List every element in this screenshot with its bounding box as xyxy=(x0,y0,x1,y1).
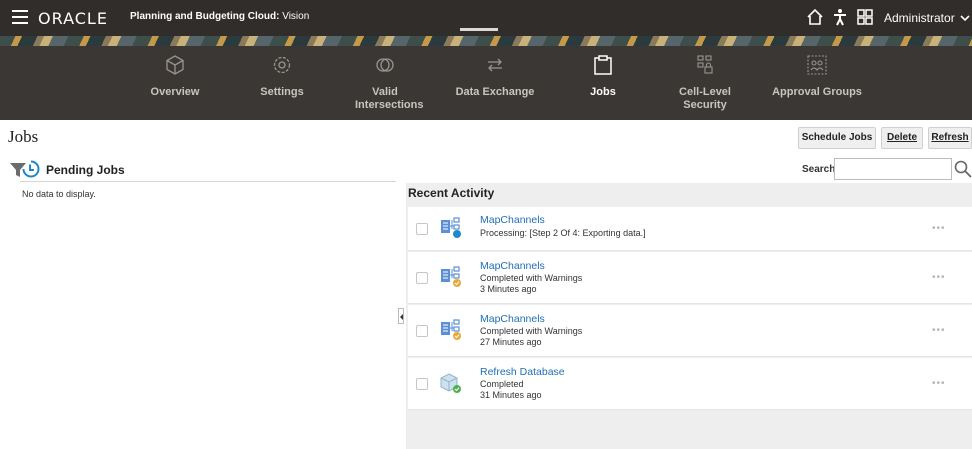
clock-icon xyxy=(22,160,40,178)
user-menu[interactable]: Administrator xyxy=(884,11,970,25)
cards-navigator: Overview Settings Valid Intersections Da… xyxy=(0,46,972,120)
row-checkbox[interactable] xyxy=(416,223,428,235)
job-warning-icon xyxy=(441,319,461,340)
refresh-button[interactable]: Refresh xyxy=(928,127,972,149)
job-warning-icon xyxy=(441,266,461,287)
overview-icon xyxy=(166,55,184,75)
data-exchange-icon xyxy=(488,58,502,72)
oracle-logo: ORACLE xyxy=(38,9,108,28)
navigator-handle[interactable] xyxy=(460,28,498,31)
activity-row[interactable]: Refresh Database Completed 31 Minutes ag… xyxy=(408,358,972,410)
approval-groups-icon xyxy=(807,55,827,75)
row-actions-icon[interactable]: ••• xyxy=(932,378,946,389)
search-icon[interactable] xyxy=(954,160,972,178)
app-title-product: Planning and Budgeting Cloud: xyxy=(130,11,280,22)
navigator-grid-icon[interactable] xyxy=(856,8,874,26)
job-status: Completed with Warnings xyxy=(480,273,583,283)
nav-label-overview: Overview xyxy=(150,86,200,98)
activity-row[interactable]: MapChannels Completed with Warnings 3 Mi… xyxy=(408,252,972,304)
job-name-link[interactable]: MapChannels xyxy=(480,313,545,325)
row-actions-icon[interactable]: ••• xyxy=(932,272,946,283)
job-name-link[interactable]: MapChannels xyxy=(480,260,545,272)
jobs-clipboard-icon xyxy=(594,55,612,75)
row-actions-icon[interactable]: ••• xyxy=(932,325,946,336)
app-title-app: Vision xyxy=(279,11,310,22)
nav-item-settings[interactable]: Settings xyxy=(250,46,314,120)
search-input[interactable] xyxy=(834,158,952,180)
nav-item-jobs[interactable]: Jobs xyxy=(575,46,631,120)
app-title: Planning and Budgeting Cloud: Vision xyxy=(130,11,309,22)
search-label: Search xyxy=(802,164,836,175)
activity-row[interactable]: MapChannels Completed with Warnings 27 M… xyxy=(408,305,972,357)
refresh-database-icon xyxy=(440,373,461,393)
nav-item-approval-groups[interactable]: Approval Groups xyxy=(770,46,864,120)
job-time: 31 Minutes ago xyxy=(480,390,542,400)
chevron-down-icon xyxy=(960,15,970,22)
panel-collapse-handle[interactable] xyxy=(398,308,404,324)
job-name-link[interactable]: MapChannels xyxy=(480,214,545,226)
row-checkbox[interactable] xyxy=(416,325,428,337)
settings-gear-icon xyxy=(273,56,291,74)
nav-label-approval-groups: Approval Groups xyxy=(772,86,862,98)
job-time: 3 Minutes ago xyxy=(480,284,537,294)
pending-empty-message: No data to display. xyxy=(22,189,96,199)
pending-jobs-title: Pending Jobs xyxy=(46,163,125,177)
home-icon[interactable] xyxy=(806,8,824,26)
job-status: Processing: [Step 2 Of 4: Exporting data… xyxy=(480,228,646,238)
hamburger-menu-icon[interactable] xyxy=(12,10,28,24)
valid-intersections-icon xyxy=(376,58,394,72)
nav-item-valid-intersections[interactable]: Valid Intersections xyxy=(345,46,425,120)
recent-activity-title: Recent Activity xyxy=(408,186,495,200)
row-checkbox[interactable] xyxy=(416,378,428,390)
nav-item-overview[interactable]: Overview xyxy=(140,46,210,120)
nav-label-jobs: Jobs xyxy=(590,86,616,98)
job-name-link[interactable]: Refresh Database xyxy=(480,366,565,378)
top-bar: ORACLE Planning and Budgeting Cloud: Vis… xyxy=(0,0,972,36)
job-processing-icon xyxy=(441,217,461,238)
nav-label-data-exchange: Data Exchange xyxy=(455,86,535,98)
job-status: Completed with Warnings xyxy=(480,326,583,336)
row-actions-icon[interactable]: ••• xyxy=(932,223,946,234)
activity-row[interactable]: MapChannels Processing: [Step 2 Of 4: Ex… xyxy=(408,207,972,251)
user-name: Administrator xyxy=(884,11,955,25)
delete-button[interactable]: Delete xyxy=(881,127,923,149)
nav-item-cell-level-security[interactable]: Cell-Level Security xyxy=(668,46,742,120)
nav-label-valid-intersections: Valid Intersections xyxy=(355,86,424,111)
schedule-jobs-button[interactable]: Schedule Jobs xyxy=(798,127,876,149)
cell-security-icon xyxy=(697,55,713,74)
accessibility-icon[interactable] xyxy=(831,8,849,26)
nav-label-cell-level-security: Cell-Level Security xyxy=(679,86,731,111)
decorative-banner xyxy=(0,36,972,46)
nav-label-settings: Settings xyxy=(260,86,304,98)
nav-item-data-exchange[interactable]: Data Exchange xyxy=(452,46,538,120)
job-time: 27 Minutes ago xyxy=(480,337,542,347)
page-title: Jobs xyxy=(8,127,39,146)
job-status: Completed xyxy=(480,379,524,389)
pending-jobs-header: Pending Jobs xyxy=(20,160,396,182)
row-checkbox[interactable] xyxy=(416,272,428,284)
